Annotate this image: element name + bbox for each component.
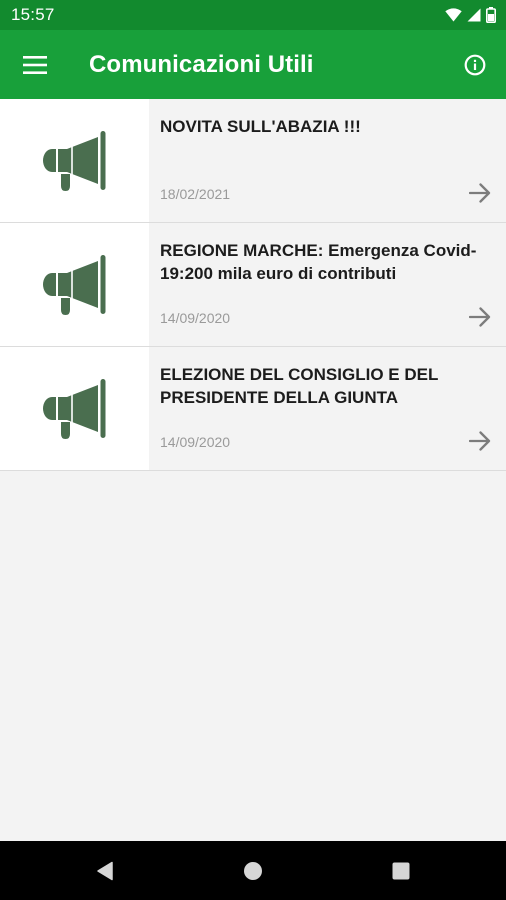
arrow-right-icon[interactable]: [469, 183, 491, 203]
recents-square-icon: [392, 862, 410, 879]
status-icons: [445, 7, 496, 23]
item-content: ELEZIONE DEL CONSIGLIO E DEL PRESIDENTE …: [149, 347, 506, 470]
megaphone-icon: [42, 378, 105, 439]
signal-icon: [467, 8, 481, 22]
list-item[interactable]: NOVITA SULL'ABAZIA !!! 18/02/2021: [0, 99, 506, 223]
info-button[interactable]: [444, 30, 506, 99]
megaphone-icon: [42, 130, 105, 191]
menu-button[interactable]: [0, 30, 70, 99]
item-date: 14/09/2020: [160, 310, 231, 326]
item-icon-container: [0, 99, 149, 222]
status-time: 15:57: [11, 5, 55, 24]
item-date: 18/02/2021: [160, 186, 231, 202]
wifi-icon: [445, 8, 462, 22]
item-date: 14/09/2020: [160, 434, 231, 450]
arrow-right-icon[interactable]: [469, 431, 491, 451]
communications-list: NOVITA SULL'ABAZIA !!! 18/02/2021 REGION…: [0, 99, 506, 471]
item-icon-container: [0, 223, 149, 346]
hamburger-menu-icon: [23, 55, 47, 74]
home-circle-icon: [244, 861, 262, 880]
list-item[interactable]: REGIONE MARCHE: Emergenza Covid-19:200 m…: [0, 223, 506, 347]
app-bar: Comunicazioni Utili: [0, 30, 506, 99]
list-item[interactable]: ELEZIONE DEL CONSIGLIO E DEL PRESIDENTE …: [0, 347, 506, 471]
arrow-right-icon[interactable]: [469, 307, 491, 327]
home-button[interactable]: [179, 841, 327, 900]
info-icon: [464, 54, 486, 75]
item-icon-container: [0, 347, 149, 470]
page-title: Comunicazioni Utili: [89, 50, 314, 78]
item-content: NOVITA SULL'ABAZIA !!! 18/02/2021: [149, 99, 506, 222]
megaphone-icon: [42, 254, 105, 315]
item-content: REGIONE MARCHE: Emergenza Covid-19:200 m…: [149, 223, 506, 346]
item-title: REGIONE MARCHE: Emergenza Covid-19:200 m…: [160, 241, 477, 283]
system-navigation-bar: [0, 841, 506, 900]
back-button[interactable]: [31, 841, 179, 900]
battery-icon: [486, 7, 496, 23]
item-title: NOVITA SULL'ABAZIA !!!: [160, 117, 361, 136]
status-bar: 15:57: [0, 0, 506, 30]
recents-button[interactable]: [327, 841, 475, 900]
item-title: ELEZIONE DEL CONSIGLIO E DEL PRESIDENTE …: [160, 365, 439, 407]
back-triangle-icon: [97, 861, 113, 880]
